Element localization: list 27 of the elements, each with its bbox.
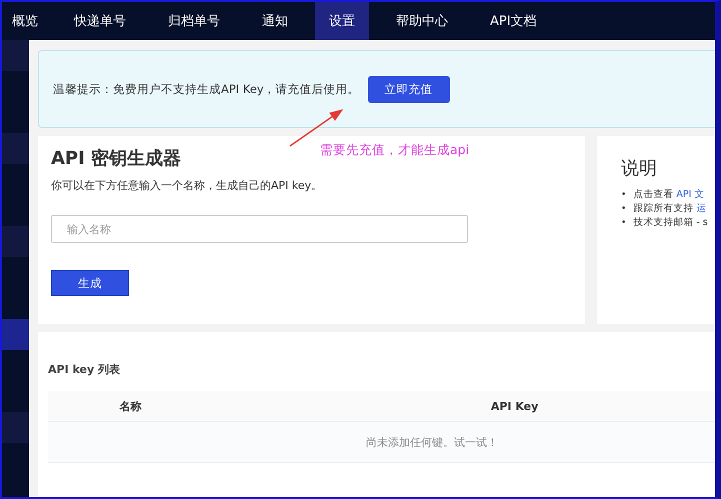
generator-title: API 密钥生成器: [51, 147, 182, 170]
column-header: API Key: [213, 391, 715, 422]
annotation-text: 需要先充值，才能生成api: [320, 142, 470, 159]
bullet-mark: •: [621, 203, 626, 216]
info-link[interactable]: API 文: [676, 189, 704, 200]
empty-message: 尚未添加任何键。试一试！: [48, 422, 715, 462]
info-link[interactable]: 运: [696, 203, 706, 214]
generator-description: 你可以在下方任意输入一个名称，生成自己的API key。: [51, 178, 324, 193]
notice-text: 温馨提示：免费用户不支持生成API Key，请充值后使用。: [53, 82, 360, 96]
info-item: 技术支持邮箱 - s: [633, 216, 708, 230]
bullet-mark: •: [621, 217, 626, 230]
info-title: 说明: [621, 157, 658, 180]
name-input-field[interactable]: 输入名称: [51, 215, 468, 243]
info-item: 点击查看 API 文: [633, 188, 704, 202]
nav-tab[interactable]: 帮助中心: [381, 2, 463, 40]
column-header: 名称: [48, 391, 214, 422]
nav-tab[interactable]: 设置: [315, 2, 369, 40]
nav-tab[interactable]: 通知: [247, 2, 303, 40]
key-list-title: API key 列表: [48, 362, 121, 377]
nav-tab[interactable]: API文档: [475, 2, 552, 40]
generate-button[interactable]: 生成: [51, 270, 129, 296]
recharge-button[interactable]: 立即充值: [368, 76, 450, 102]
info-item: 跟踪所有支持 运: [633, 202, 706, 216]
nav-tab[interactable]: 快递单号: [59, 2, 141, 40]
nav-tab[interactable]: 归档单号: [153, 2, 235, 40]
nav-tab[interactable]: 概览: [2, 2, 53, 40]
bullet-mark: •: [621, 189, 626, 202]
